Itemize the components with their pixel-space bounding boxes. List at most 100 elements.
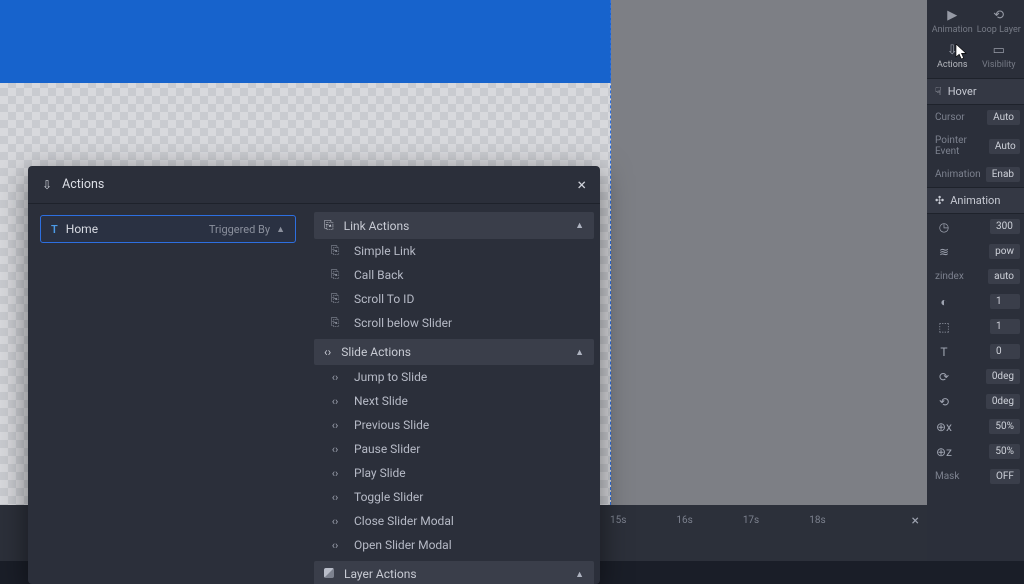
tab-loop-layer[interactable]: ⟲ Loop Layer — [976, 4, 1023, 39]
selected-layer-row[interactable]: T Home Triggered By ▲ — [40, 215, 296, 243]
field-value[interactable]: auto — [988, 269, 1020, 284]
action-item-label: Next Slide — [354, 394, 408, 408]
property-icon: ⊕z — [935, 445, 953, 459]
action-item[interactable]: ⎘Scroll To ID — [314, 287, 594, 311]
animation-row[interactable]: T0 — [927, 339, 1024, 364]
triggered-by-dropdown[interactable]: Triggered By ▲ — [209, 223, 285, 236]
property-icon: ≋ — [935, 245, 953, 259]
action-item-label: Open Slider Modal — [354, 538, 452, 552]
field-value[interactable]: 300 — [990, 219, 1020, 234]
row-pointer-event[interactable]: Pointer Event Auto — [927, 130, 1024, 162]
visibility-icon: ▭ — [976, 43, 1023, 58]
field-value[interactable]: 50% — [989, 444, 1020, 459]
triggered-by-label: Triggered By — [209, 223, 270, 236]
modal-layer-list: T Home Triggered By ▲ — [28, 204, 308, 584]
row-hover-animation[interactable]: Animation Enab — [927, 162, 1024, 187]
chevron-up-icon: ▲ — [575, 569, 584, 580]
action-item-icon: ‹› — [328, 539, 342, 552]
tab-visibility[interactable]: ▭ Visibility — [976, 39, 1023, 74]
field-value[interactable]: 0deg — [986, 369, 1020, 384]
chevron-up-icon: ▲ — [575, 220, 584, 231]
animation-row[interactable]: zindexauto — [927, 264, 1024, 289]
hover-icon: ☟ — [935, 85, 942, 98]
action-item-icon: ⎘ — [328, 268, 342, 282]
modal-close-button[interactable]: × — [577, 175, 586, 194]
action-group-header[interactable]: ‹›Slide Actions▲ — [314, 339, 594, 365]
modal-action-groups: ⎘Link Actions▲⎘Simple Link⎘Call Back⎘Scr… — [308, 204, 600, 584]
property-icon: T — [935, 345, 953, 359]
action-item[interactable]: ⎘Simple Link — [314, 239, 594, 263]
action-group-header[interactable]: Layer Actions ▲ — [314, 561, 594, 584]
canvas-blue-block[interactable] — [0, 0, 611, 83]
action-item[interactable]: ‹›Previous Slide — [314, 413, 594, 437]
field-value[interactable]: Enab — [986, 167, 1020, 182]
property-icon: ◐ — [935, 295, 953, 309]
field-value[interactable]: 0deg — [986, 394, 1020, 409]
action-group-header[interactable]: ⎘Link Actions▲ — [314, 212, 594, 239]
action-item-label: Toggle Slider — [354, 490, 423, 504]
loop-icon: ⟲ — [976, 8, 1023, 23]
property-icon: ⬚ — [935, 320, 953, 334]
group-title: Slide Actions — [341, 345, 411, 359]
canvas-gutter — [611, 0, 927, 505]
action-item-icon: ‹› — [328, 443, 342, 456]
section-hover[interactable]: ☟ Hover — [927, 78, 1024, 105]
property-icon: ⟲ — [935, 395, 953, 409]
action-item[interactable]: ‹› Close Slider Modal — [314, 509, 594, 533]
animation-row[interactable]: ⟳ 0deg — [927, 364, 1024, 389]
action-item-label: Scroll below Slider — [354, 316, 452, 330]
action-item-icon: ‹› — [328, 395, 342, 408]
animation-row[interactable]: ◐1 — [927, 289, 1024, 314]
timeline-tick: 16s — [676, 515, 692, 526]
field-value[interactable]: Auto — [987, 110, 1020, 125]
chevron-up-icon: ▲ — [276, 224, 285, 235]
action-item[interactable]: ‹› Toggle Slider — [314, 485, 594, 509]
field-value[interactable]: 1 — [990, 319, 1020, 334]
animation-row[interactable]: ⟲ 0deg — [927, 389, 1024, 414]
action-item[interactable]: ‹› Next Slide — [314, 389, 594, 413]
play-icon: ▶ — [929, 8, 976, 23]
animation-row[interactable]: ◷300 — [927, 214, 1024, 239]
field-value[interactable]: 0 — [990, 344, 1020, 359]
actions-modal: ⇩ Actions × T Home Triggered By ▲ ⎘Link … — [28, 166, 600, 584]
field-value[interactable]: 1 — [990, 294, 1020, 309]
action-item-label: Call Back — [354, 268, 404, 282]
action-item-label: Play Slide — [354, 466, 406, 480]
tab-label: Animation — [932, 25, 973, 35]
inspector-panel: ▶ Animation ⟲ Loop Layer ⇩ Actions ▭ Vis… — [927, 0, 1024, 561]
field-value[interactable]: pow — [989, 244, 1020, 259]
timeline-tick: 15s — [610, 515, 626, 526]
group-title: Layer Actions — [344, 567, 417, 581]
action-item-icon: ⎘ — [328, 244, 342, 258]
animation-row[interactable]: MaskOFF — [927, 464, 1024, 489]
action-item[interactable]: ‹› Pause Slider — [314, 437, 594, 461]
property-icon: ⟳ — [935, 370, 953, 384]
action-item-icon: ‹› — [328, 515, 342, 528]
field-value[interactable]: 50% — [989, 419, 1020, 434]
row-cursor[interactable]: Cursor Auto — [927, 105, 1024, 130]
action-item-label: Close Slider Modal — [354, 514, 454, 528]
action-item[interactable]: ‹›Jump to Slide — [314, 365, 594, 389]
action-item[interactable]: ⎘Scroll below Slider — [314, 311, 594, 335]
field-value[interactable]: OFF — [990, 469, 1020, 484]
timeline-tick: 18s — [809, 515, 825, 526]
field-value[interactable]: Auto — [989, 139, 1020, 154]
action-item-label: Pause Slider — [354, 442, 420, 456]
animation-row[interactable]: ⊕z 50% — [927, 439, 1024, 464]
animation-row[interactable]: ≋ pow — [927, 239, 1024, 264]
action-item[interactable]: ‹› Open Slider Modal — [314, 533, 594, 557]
field-label: Cursor — [935, 112, 965, 123]
section-title: Hover — [948, 85, 977, 98]
animation-row[interactable]: ⬚1 — [927, 314, 1024, 339]
timeline-close-button[interactable]: × — [912, 513, 919, 529]
action-item[interactable]: ‹›Play Slide — [314, 461, 594, 485]
action-item-icon: ‹› — [328, 491, 342, 504]
field-label: Pointer Event — [935, 135, 989, 157]
action-item-label: Scroll To ID — [354, 292, 414, 306]
action-item[interactable]: ⎘ Call Back — [314, 263, 594, 287]
section-animation[interactable]: ✣ Animation — [927, 187, 1024, 214]
group-icon: ‹› — [324, 345, 331, 359]
animation-row[interactable]: ⊕x50% — [927, 414, 1024, 439]
tab-animation[interactable]: ▶ Animation — [929, 4, 976, 39]
animation-icon: ✣ — [935, 194, 944, 207]
